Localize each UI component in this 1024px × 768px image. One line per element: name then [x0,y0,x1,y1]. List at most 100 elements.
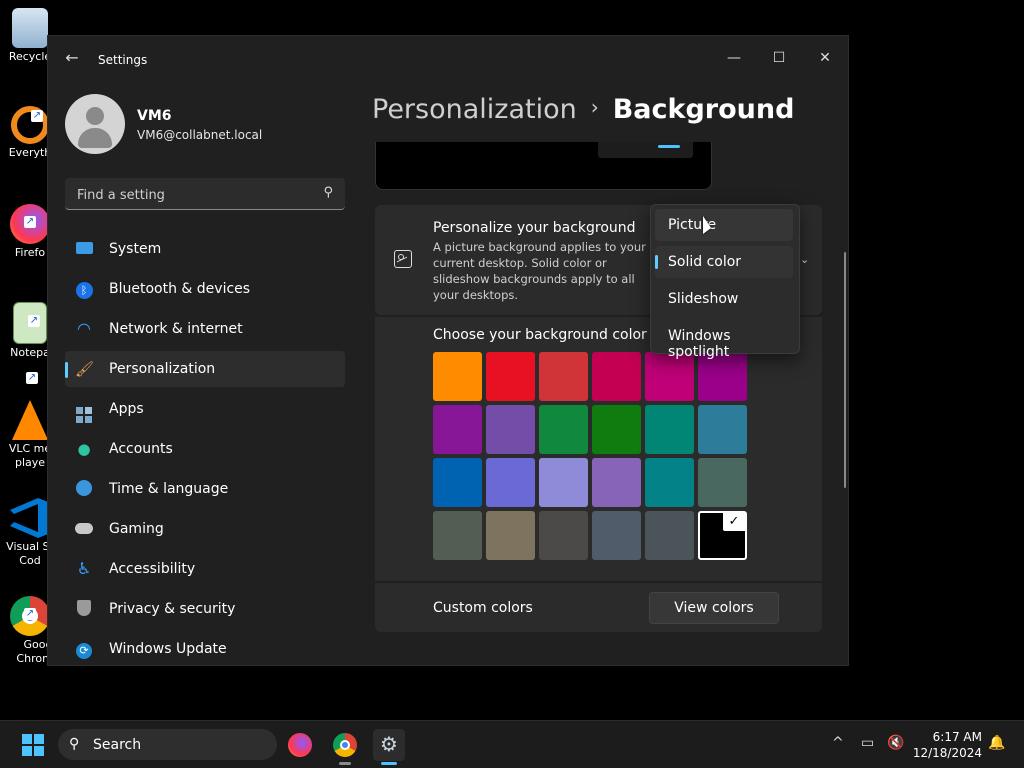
sidebar-nav: System ᛒ Bluetooth & devices ◠ Network &… [65,231,345,671]
accessibility-icon: ♿ [76,559,92,578]
desktop-preview [375,142,712,190]
settings-window: ← Settings — ☐ ✕ VM6 VM6@collabnet.local… [47,35,849,666]
color-swatch[interactable] [539,511,588,560]
sidebar-item-accounts[interactable]: ● Accounts [65,431,345,467]
chrome-icon: ↗ [10,596,50,636]
minimize-button[interactable]: — [711,42,757,74]
color-swatch[interactable] [645,405,694,454]
personalize-title: Personalize your background [433,220,636,236]
taskbar-search-label: Search [93,737,142,753]
search-input[interactable] [75,184,309,206]
sidebar-item-accessibility[interactable]: ♿ Accessibility [65,551,345,587]
scrollbar[interactable] [844,252,846,488]
color-swatch[interactable] [539,352,588,401]
title-bar[interactable]: ← Settings — ☐ ✕ [48,36,848,84]
dropdown-option-picture[interactable]: Picture [655,209,793,241]
color-swatch[interactable] [539,405,588,454]
back-arrow-icon[interactable]: ← [62,48,82,68]
tray-overflow-chevron-icon[interactable]: ^ [832,735,844,751]
taskbar-firefox[interactable] [284,729,316,761]
clock-date: 12/18/2024 [912,746,982,760]
globe-clock-icon [75,480,93,498]
sidebar-item-label: Windows Update [109,641,227,657]
color-swatch[interactable] [698,458,747,507]
sidebar-item-label: Privacy & security [109,601,236,617]
gamepad-icon [75,520,93,538]
color-swatch[interactable] [433,458,482,507]
sidebar-item-time-language[interactable]: Time & language [65,471,345,507]
view-colors-button[interactable]: View colors [649,592,779,624]
sidebar-item-apps[interactable]: Apps [65,391,345,427]
color-swatch[interactable] [698,405,747,454]
search-box[interactable]: ⚲ [65,178,345,210]
user-email: VM6@collabnet.local [137,128,263,142]
color-swatch[interactable] [486,511,535,560]
chevron-down-icon[interactable]: ⌄ [800,253,809,266]
color-swatch[interactable] [539,458,588,507]
breadcrumb: Personalization › Background [372,94,794,125]
color-swatch[interactable] [433,352,482,401]
monitor-icon [75,240,93,258]
chrome-icon [333,733,357,757]
notification-bell-icon[interactable]: 🔔 [988,735,1005,751]
background-type-dropdown[interactable]: Picture Solid color Slideshow Windows sp… [650,204,800,360]
volume-muted-icon[interactable]: 🔇 [887,735,904,751]
sidebar-item-gaming[interactable]: Gaming [65,511,345,547]
color-swatch[interactable] [592,352,641,401]
dropdown-option-windows-spotlight[interactable]: Windows spotlight [655,320,793,360]
person-icon: ● [77,440,91,458]
sidebar-item-label: Accounts [109,441,173,457]
personalize-description: A picture background applies to your cur… [433,240,646,302]
sidebar-item-network[interactable]: ◠ Network & internet [65,311,345,347]
dropdown-option-label: Slideshow [668,291,739,307]
sidebar-item-system[interactable]: System [65,231,345,267]
color-swatch[interactable] [592,511,641,560]
search-icon: ⚲ [69,736,80,752]
color-swatch[interactable]: ✓ [698,511,747,560]
sidebar-item-bluetooth[interactable]: ᛒ Bluetooth & devices [65,271,345,307]
color-swatch[interactable] [645,458,694,507]
search-icon[interactable]: ⚲ [323,185,333,200]
sidebar-item-label: Network & internet [109,321,243,337]
breadcrumb-parent[interactable]: Personalization [372,94,577,125]
dropdown-option-solid-color[interactable]: Solid color [655,246,793,278]
update-icon: ⟳ [75,640,93,659]
color-swatch[interactable] [645,511,694,560]
dropdown-option-slideshow[interactable]: Slideshow [655,283,793,315]
vlc-icon: ↗ [12,372,48,440]
taskbar-chrome[interactable] [329,729,361,765]
clock[interactable]: 6:17 AM 12/18/2024 [913,729,982,761]
sidebar-item-label: Accessibility [109,561,196,577]
breadcrumb-separator: › [590,95,599,119]
start-button[interactable] [22,734,44,756]
color-swatch[interactable] [486,405,535,454]
color-swatch[interactable] [433,405,482,454]
taskbar-search[interactable]: ⚲ Search [58,729,277,760]
close-button[interactable]: ✕ [802,42,848,74]
picture-icon [394,250,412,268]
maximize-button[interactable]: ☐ [756,42,802,74]
page-title: Background [612,94,795,125]
network-icon[interactable]: ▭ [861,735,874,751]
sidebar-item-label: System [109,241,162,257]
firefox-icon [288,733,312,757]
sidebar-item-windows-update[interactable]: ⟳ Windows Update [65,631,345,667]
sidebar-item-privacy-security[interactable]: Privacy & security [65,591,345,627]
avatar[interactable] [65,94,125,154]
taskbar-settings[interactable]: ⚙ [373,729,405,765]
color-swatch[interactable] [592,458,641,507]
custom-colors-card: Custom colors View colors [375,583,822,632]
color-swatch[interactable] [486,458,535,507]
sidebar-item-personalization[interactable]: 🖌 Personalization [65,351,345,387]
gear-icon: ⚙ [380,732,398,756]
sidebar-item-label: Personalization [109,361,216,377]
recycle-bin-icon [12,8,48,48]
color-swatch[interactable] [433,511,482,560]
color-section-title: Choose your background color [433,327,647,343]
color-swatch[interactable] [592,405,641,454]
sidebar-item-label: Apps [109,401,144,417]
mouse-cursor-icon [703,216,711,234]
color-swatch[interactable] [486,352,535,401]
preview-taskbar [598,142,693,158]
everything-search-icon: ↗ [11,106,49,144]
